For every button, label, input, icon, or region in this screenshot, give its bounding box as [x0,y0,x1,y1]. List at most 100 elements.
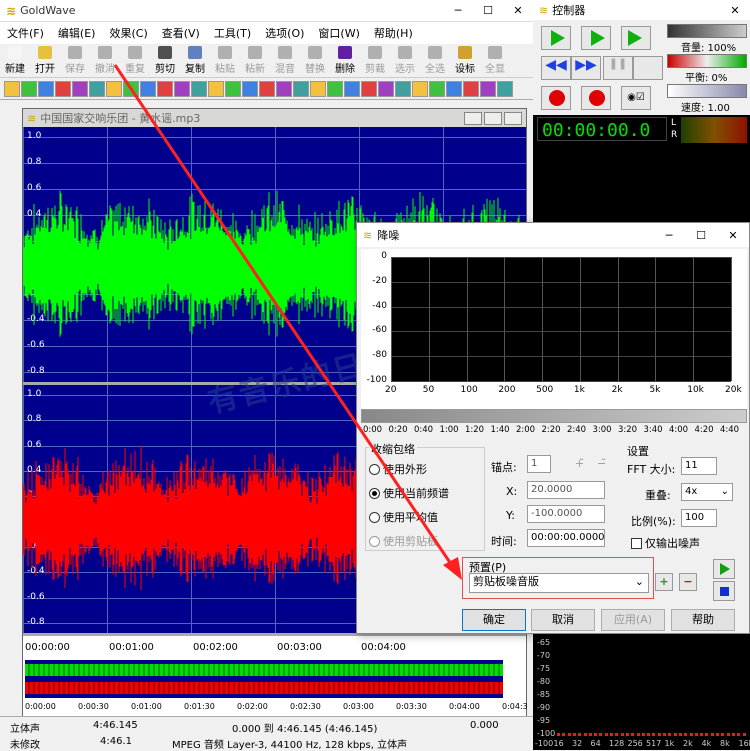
ratio-input[interactable]: 100 [681,509,717,527]
volume-slider[interactable] [667,24,747,38]
toolbar-button-2[interactable]: 保存 [60,46,90,78]
close-button[interactable]: ✕ [503,4,533,17]
effect-tool-icon-5[interactable] [89,81,105,97]
menu-item-7[interactable]: 帮助(H) [367,25,420,41]
radio-use-average[interactable]: 使用平均值 [369,509,438,525]
effect-tool-icon-3[interactable] [55,81,71,97]
effect-tool-icon-6[interactable] [106,81,122,97]
effect-tool-icon-22[interactable] [378,81,394,97]
play-button[interactable] [541,26,571,50]
play-from-marker-button[interactable] [621,26,651,50]
toolbar-button-11[interactable]: 删除 [330,46,360,78]
doc-minimize-button[interactable] [464,112,482,125]
effect-tool-icon-9[interactable] [157,81,173,97]
fft-size-input[interactable]: 11 [681,457,717,475]
radio-use-clipboard[interactable]: 使用剪贴板 [369,533,438,549]
noise-spectrum-plot[interactable]: 0-20-40-60-80-10020501002005001k2k5k10k2… [361,249,747,409]
cancel-button[interactable]: 取消 [531,609,595,631]
effect-tool-icon-21[interactable] [361,81,377,97]
overview-waveform[interactable]: 0:00:000:00:300:01:000:01:300:02:000:02:… [23,658,526,718]
radio-use-shape[interactable]: 使用外形 [369,461,427,477]
rewind-button[interactable]: ◀◀ [541,56,571,80]
menu-item-2[interactable]: 效果(C) [102,25,154,41]
dialog-minimize-button[interactable]: ─ [653,229,685,242]
preset-select[interactable]: 剪贴板噪音版⌄ [469,573,649,593]
effect-tool-icon-27[interactable] [463,81,479,97]
toolbar-button-1[interactable]: 打开 [30,46,60,78]
effect-tool-icon-14[interactable] [242,81,258,97]
effect-tool-icon-8[interactable] [140,81,156,97]
dialog-maximize-button[interactable]: ☐ [685,229,717,242]
radio-use-current-spectrum[interactable]: 使用当前频谱 [369,485,449,501]
toolbar-button-9[interactable]: 混音 [270,46,300,78]
effect-tool-icon-24[interactable] [412,81,428,97]
anchor-remove-icon[interactable]: −̃ [597,457,606,470]
effect-tool-icon-16[interactable] [276,81,292,97]
effect-tool-icon-18[interactable] [310,81,326,97]
doc-close-button[interactable] [504,112,522,125]
effect-tool-icon-12[interactable] [208,81,224,97]
preset-add-button[interactable]: + [655,573,673,591]
controller-close-button[interactable]: ✕ [720,4,750,17]
effect-tool-icon-29[interactable] [497,81,513,97]
preset-remove-button[interactable]: − [679,573,697,591]
toolbar-button-7[interactable]: 粘贴 [210,46,240,78]
menu-item-4[interactable]: 工具(T) [207,25,258,41]
overlap-select[interactable]: 4x⌄ [681,483,733,501]
pause-button[interactable]: ❚❚ [603,56,633,80]
effect-tool-icon-0[interactable] [4,81,20,97]
effect-tool-icon-13[interactable] [225,81,241,97]
toolbar-button-4[interactable]: 重复 [120,46,150,78]
time-scrollbar[interactable] [361,409,747,423]
effect-tool-icon-4[interactable] [72,81,88,97]
effect-tool-icon-23[interactable] [395,81,411,97]
fast-forward-button[interactable]: ▶▶ [571,56,601,80]
menu-item-1[interactable]: 编辑(E) [51,25,103,41]
toolbar-button-0[interactable]: 新建 [0,46,30,78]
preview-play-button[interactable] [713,559,735,579]
stop-button[interactable] [633,56,663,80]
effect-tool-icon-25[interactable] [429,81,445,97]
record-new-button[interactable] [581,86,611,110]
properties-button[interactable]: ◉☑ [621,86,651,110]
menu-item-5[interactable]: 选项(O) [258,25,311,41]
x-input[interactable]: 20.0000 [527,481,605,499]
dialog-close-button[interactable]: ✕ [717,229,749,242]
effect-tool-icon-10[interactable] [174,81,190,97]
effect-tool-icon-26[interactable] [446,81,462,97]
toolbar-button-5[interactable]: 剪切 [150,46,180,78]
time-input[interactable]: 00:00:00.0000 [527,529,605,547]
anchor-add-icon[interactable]: +̃ [575,457,584,470]
effect-tool-icon-1[interactable] [21,81,37,97]
speed-slider[interactable] [667,84,747,98]
toolbar-button-3[interactable]: 撤消 [90,46,120,78]
menu-item-3[interactable]: 查看(V) [155,25,207,41]
apply-button[interactable]: 应用(A) [601,609,665,631]
toolbar-button-6[interactable]: 复制 [180,46,210,78]
toolbar-button-8[interactable]: 粘新 [240,46,270,78]
doc-restore-button[interactable] [484,112,502,125]
anchor-input[interactable]: 1 [527,455,551,473]
menu-item-6[interactable]: 窗口(W) [311,25,366,41]
effect-tool-icon-28[interactable] [480,81,496,97]
effect-tool-icon-17[interactable] [293,81,309,97]
play-selection-button[interactable] [581,26,611,50]
maximize-button[interactable]: ☐ [473,4,503,17]
toolbar-button-13[interactable]: 选示 [390,46,420,78]
menu-item-0[interactable]: 文件(F) [0,25,51,41]
toolbar-button-16[interactable]: 全显 [480,46,510,78]
y-input[interactable]: -100.0000 [527,505,605,523]
effect-tool-icon-7[interactable] [123,81,139,97]
record-button[interactable] [541,86,571,110]
toolbar-button-14[interactable]: 全选 [420,46,450,78]
effect-tool-icon-19[interactable] [327,81,343,97]
toolbar-button-12[interactable]: 剪裁 [360,46,390,78]
effect-tool-icon-11[interactable] [191,81,207,97]
noise-plot-area[interactable] [391,257,731,381]
ok-button[interactable]: 确定 [462,609,526,631]
minimize-button[interactable]: ─ [443,4,473,17]
toolbar-button-15[interactable]: 设标 [450,46,480,78]
effect-tool-icon-15[interactable] [259,81,275,97]
help-button[interactable]: 帮助 [671,609,735,631]
effect-tool-icon-2[interactable] [38,81,54,97]
